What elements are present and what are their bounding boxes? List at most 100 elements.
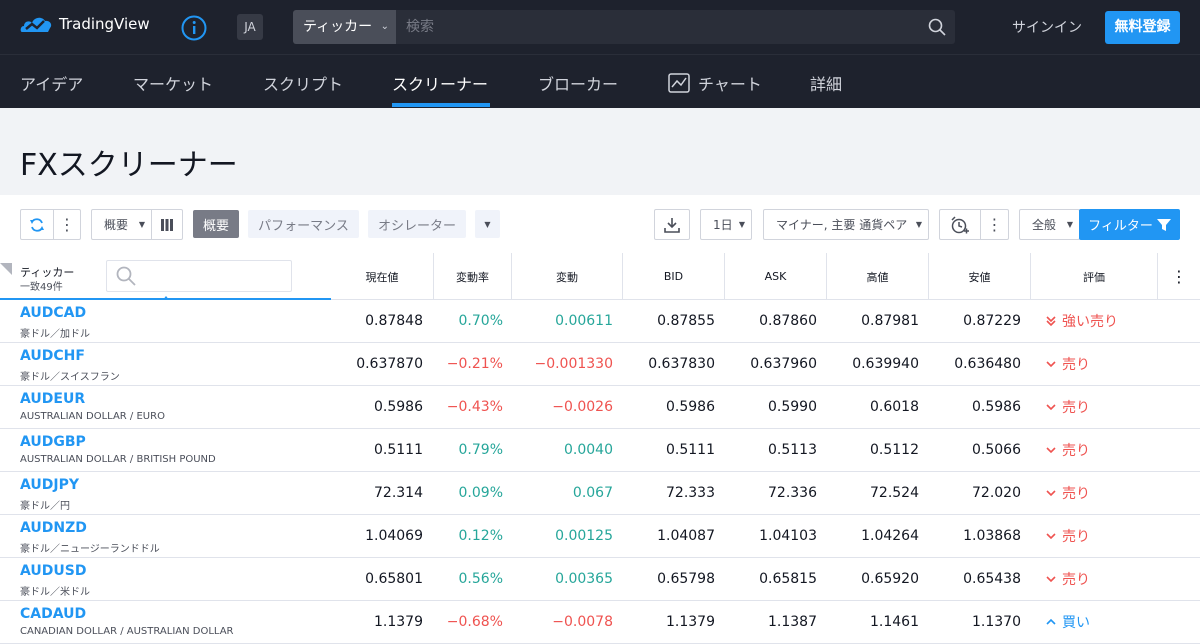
col-header-change-pct[interactable]: 変動率 [434,253,512,300]
col-header-change[interactable]: 変動 [512,253,623,300]
search-icon[interactable] [928,18,946,36]
rating-label: 売り [1062,486,1090,502]
cell-last: 0.5111 [374,442,423,458]
language-button[interactable]: JA [237,14,263,40]
ticker-filter-input[interactable] [106,260,292,292]
cell-ask: 72.336 [768,485,817,501]
info-icon[interactable] [181,15,207,41]
filter-button[interactable]: フィルター [1079,209,1180,240]
cell-low: 0.87229 [963,313,1021,329]
refresh-button[interactable] [20,209,54,240]
cell-bid: 1.1379 [666,614,715,630]
nav-screener[interactable]: スクリーナー [392,71,488,95]
nav-more[interactable]: 詳細 [810,71,842,95]
col-header-rating[interactable]: 評価 [1031,253,1158,300]
cell-chg: −0.0026 [552,399,613,415]
alert-more-button[interactable]: ⋮ [980,209,1009,240]
column-settings-button[interactable]: ⋮ [1158,253,1200,300]
symbol-link[interactable]: AUDEUR [20,391,85,407]
cell-bid: 0.65798 [657,571,715,587]
chevron-up-icon [1046,616,1056,628]
cell-chg-pct: −0.68% [446,614,503,630]
table-row[interactable]: AUDCHF 豪ドル／スイスフラン 0.637870 −0.21% −0.001330 0… [0,343,1200,386]
symbol-link[interactable]: AUDJPY [20,477,79,493]
table-row[interactable]: AUDJPY 豪ドル／円 72.314 0.09% 0.067 72.333 72.336 7… [0,472,1200,515]
alert-button[interactable] [939,209,981,240]
cell-high: 0.87981 [861,313,919,329]
table-row[interactable]: AUDCAD 豪ドル／加ドル 0.87848 0.70% 0.00611 0.87855 0… [0,300,1200,343]
symbol-description: CANADIAN DOLLAR / AUSTRALIAN DOLLAR [20,626,234,637]
rating-badge: 買い [1046,612,1090,632]
interval-select[interactable]: 1日 ▼ [700,209,752,240]
cell-low: 0.636480 [954,356,1021,372]
chevron-down-icon [1046,401,1056,413]
col-header-ask[interactable]: ASK [725,253,827,300]
ticker-column-header[interactable]: ティッカー 一致49件 [0,253,331,301]
cell-high: 0.639940 [852,356,919,372]
overview-select[interactable]: 概要 ▼ [91,209,152,240]
tabs-more-button[interactable]: ▼ [475,210,500,238]
symbol-link[interactable]: AUDGBP [20,434,86,450]
nav-chart-label: チャート [698,75,762,94]
cell-ask: 0.5990 [768,399,817,415]
cell-chg: 0.00365 [555,571,613,587]
symbol-link[interactable]: CADAUD [20,606,86,622]
tradingview-logo[interactable]: TradingView [20,14,150,34]
cell-low: 1.03868 [963,528,1021,544]
kebab-icon: ⋮ [59,215,75,234]
caret-down-icon: ▼ [915,220,922,229]
cell-ask: 0.65815 [759,571,817,587]
table-row[interactable]: AUDGBP AUSTRALIAN DOLLAR / BRITISH POUND 0… [0,429,1200,472]
symbol-link[interactable]: AUDCHF [20,348,85,364]
nav-markets[interactable]: マーケット [133,71,213,95]
cell-ask: 0.87860 [759,313,817,329]
tab-performance[interactable]: パフォーマンス [248,210,359,238]
cell-high: 1.04264 [861,528,919,544]
table-row[interactable]: AUDUSD 豪ドル／米ドル 0.65801 0.56% 0.00365 0.65798 0… [0,558,1200,601]
chevron-down-icon: ⌄ [380,21,389,32]
cell-chg-pct: −0.43% [446,399,503,415]
symbol-description: 豪ドル／円 [20,501,70,512]
cell-ask: 0.5113 [768,442,817,458]
symbol-link[interactable]: AUDNZD [20,520,87,536]
cell-high: 0.5112 [870,442,919,458]
interval-label: 1日 [713,218,733,232]
rating-label: 売り [1062,443,1090,459]
table-row[interactable]: AUDEUR AUSTRALIAN DOLLAR / EURO 0.5986 −0.4… [0,386,1200,429]
cell-last: 0.65801 [365,571,423,587]
nav-chart[interactable]: チャート [668,71,762,95]
symbol-link[interactable]: AUDCAD [20,305,86,321]
table-row[interactable]: AUDNZD 豪ドル／ニュージーランドドル 1.04069 0.12% 0.00125 1… [0,515,1200,558]
cell-ask: 1.1387 [768,614,817,630]
ticker-type-select[interactable]: ティッカー ⌄ [293,10,396,44]
export-button[interactable] [654,209,690,240]
register-button[interactable]: 無料登録 [1105,11,1180,44]
rating-label: 買い [1062,615,1090,631]
rating-badge: 売り [1046,483,1090,503]
symbol-link[interactable]: AUDUSD [20,563,86,579]
cell-high: 0.6018 [870,399,919,415]
signin-link[interactable]: サインイン [1012,17,1082,37]
columns-button[interactable] [151,209,183,240]
tab-overview[interactable]: 概要 [193,210,239,238]
pair-filter-select[interactable]: マイナー, 主要 通貨ペア ▼ [763,209,929,240]
table-row[interactable]: CADAUD CANADIAN DOLLAR / AUSTRALIAN DOLLA… [0,601,1200,644]
col-header-last[interactable]: 現在値 [331,253,434,300]
col-header-high[interactable]: 高値 [827,253,929,300]
rating-label: 強い売り [1062,314,1118,330]
cell-chg: 0.00611 [555,313,613,329]
sort-corner-icon [0,263,12,275]
tab-oscillator[interactable]: オシレーター [368,210,466,238]
col-header-low[interactable]: 安値 [929,253,1031,300]
nav-ideas[interactable]: アイデア [20,71,83,95]
general-select[interactable]: 全般 ▼ [1019,209,1080,240]
more-options-button[interactable]: ⋮ [53,209,81,240]
cell-bid: 0.87855 [657,313,715,329]
search-box [396,10,955,44]
nav-scripts[interactable]: スクリプト [263,71,343,95]
cell-low: 0.65438 [963,571,1021,587]
nav-brokers[interactable]: ブローカー [538,71,618,95]
search-input[interactable] [406,10,916,44]
col-header-bid[interactable]: BID [623,253,725,300]
rating-label: 売り [1062,529,1090,545]
